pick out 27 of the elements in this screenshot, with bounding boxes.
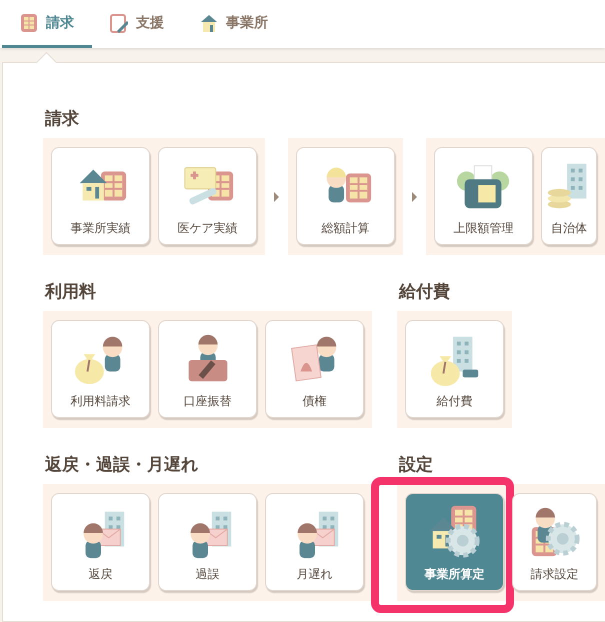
tab[interactable]: 事業所 [182, 0, 286, 48]
tab[interactable]: 支援 [92, 0, 182, 48]
menu-tile[interactable]: 給付費 [405, 320, 504, 418]
house-icon [200, 12, 218, 32]
section-heading: 利用料 [45, 281, 97, 303]
menu-tile[interactable]: 月遅れ [265, 493, 364, 591]
menu-tile[interactable]: 返戻 [51, 493, 150, 591]
menu-tile[interactable]: 医ケア実績 [158, 147, 257, 245]
section-heading: 設定 [399, 454, 434, 476]
calculator-icon [20, 12, 38, 32]
clipboard-pen-icon [110, 12, 128, 32]
menu-tile[interactable]: 請求設定 [512, 493, 597, 591]
flow-arrow-icon [412, 192, 417, 202]
section-heading: 給付費 [399, 281, 451, 303]
menu-tile[interactable]: 事業所算定 [405, 493, 504, 591]
menu-tile[interactable]: 利用料請求 [51, 320, 150, 418]
menu-tile[interactable]: 口座振替 [158, 320, 257, 418]
section-heading: 返戻・過誤・月遅れ [45, 454, 199, 476]
menu-tile[interactable]: 総額計算 [296, 147, 395, 245]
menu-tile[interactable]: 上限額管理 [434, 147, 533, 245]
menu-tile[interactable]: 過誤 [158, 493, 257, 591]
tab[interactable]: 請求 [2, 0, 92, 48]
menu-tile[interactable]: 事業所実績 [51, 147, 150, 245]
section-heading: 請求 [45, 108, 80, 130]
menu-tile[interactable]: 自治体 [541, 147, 597, 245]
flow-arrow-icon [274, 192, 279, 202]
menu-tile[interactable]: 債権 [265, 320, 364, 418]
